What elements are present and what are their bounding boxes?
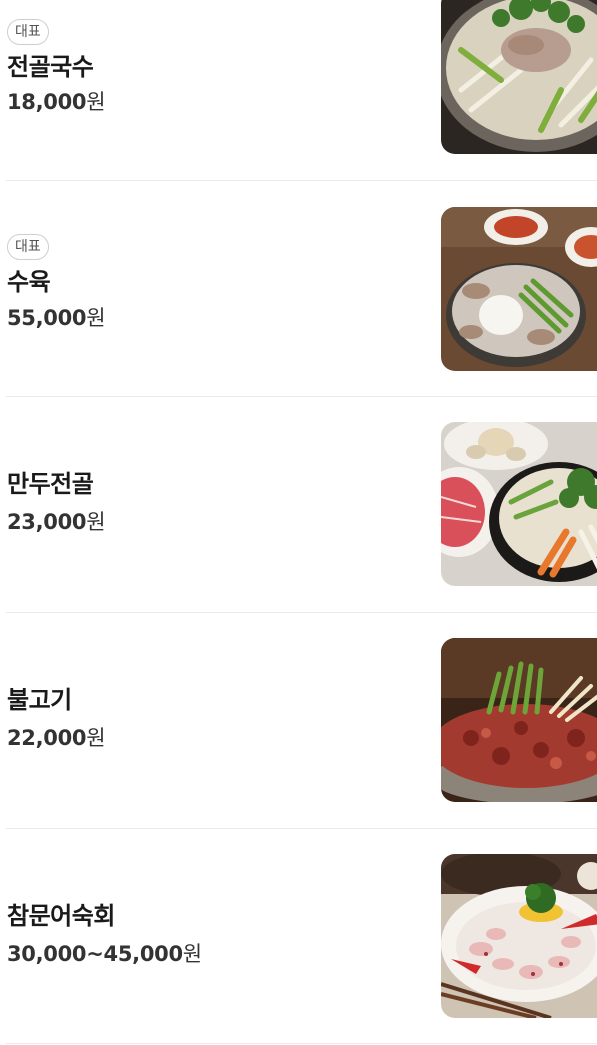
currency-unit: 원 <box>86 306 106 330</box>
menu-item-info: 만두전골 23,000원 <box>7 468 106 537</box>
price-value: 55,000 <box>7 306 87 330</box>
menu-item-price: 30,000~45,000원 <box>7 939 202 969</box>
currency-unit: 원 <box>86 726 106 750</box>
menu-item-price: 55,000원 <box>7 303 106 333</box>
currency-unit: 원 <box>182 942 202 966</box>
menu-item-jeongol-noodle[interactable]: 대표 전골국수 18,000원 <box>0 0 597 216</box>
divider <box>6 396 597 397</box>
price-value: 18,000 <box>7 90 87 114</box>
currency-unit: 원 <box>86 90 106 114</box>
menu-item-info: 불고기 22,000원 <box>7 684 106 753</box>
price-value: 30,000~45,000 <box>7 942 183 966</box>
menu-item-price: 23,000원 <box>7 507 106 537</box>
price-value: 22,000 <box>7 726 87 750</box>
divider <box>6 1043 597 1044</box>
menu-item-info: 대표 수육 55,000원 <box>7 234 106 333</box>
hotpot-noodle-photo-icon <box>441 0 597 154</box>
currency-unit: 원 <box>86 510 106 534</box>
menu-item-photo[interactable] <box>441 0 597 154</box>
boiled-pork-photo-icon <box>441 207 597 371</box>
menu-list: 대표 전골국수 18,000원 대표 수육 55,000원 만두전골 23,00… <box>0 0 597 1045</box>
menu-item-photo[interactable] <box>441 854 597 1018</box>
signature-badge: 대표 <box>7 19 49 45</box>
menu-item-name: 참문어숙회 <box>7 902 115 930</box>
octopus-photo-icon <box>441 854 597 1018</box>
menu-item-info: 참문어숙회 30,000~45,000원 <box>7 900 202 969</box>
menu-item-mandu-jeongol[interactable]: 만두전골 23,000원 <box>0 422 597 648</box>
menu-item-price: 22,000원 <box>7 723 106 753</box>
dumpling-hotpot-photo-icon <box>441 422 597 586</box>
menu-item-name: 불고기 <box>7 686 72 714</box>
menu-item-suyuk[interactable]: 대표 수육 55,000원 <box>0 207 597 432</box>
divider <box>6 612 597 613</box>
bulgogi-photo-icon <box>441 638 597 802</box>
menu-item-name: 만두전골 <box>7 470 94 498</box>
menu-item-bulgogi[interactable]: 불고기 22,000원 <box>0 638 597 864</box>
price-value: 23,000 <box>7 510 87 534</box>
divider <box>6 180 597 181</box>
menu-item-photo[interactable] <box>441 207 597 371</box>
menu-item-photo[interactable] <box>441 422 597 586</box>
menu-item-photo[interactable] <box>441 638 597 802</box>
divider <box>6 828 597 829</box>
signature-badge: 대표 <box>7 234 49 260</box>
menu-item-name: 수육 <box>7 268 51 296</box>
menu-item-info: 대표 전골국수 18,000원 <box>7 19 106 117</box>
menu-item-name: 전골국수 <box>7 53 94 81</box>
menu-item-price: 18,000원 <box>7 87 106 117</box>
menu-item-octopus[interactable]: 참문어숙회 30,000~45,000원 <box>0 854 597 1045</box>
